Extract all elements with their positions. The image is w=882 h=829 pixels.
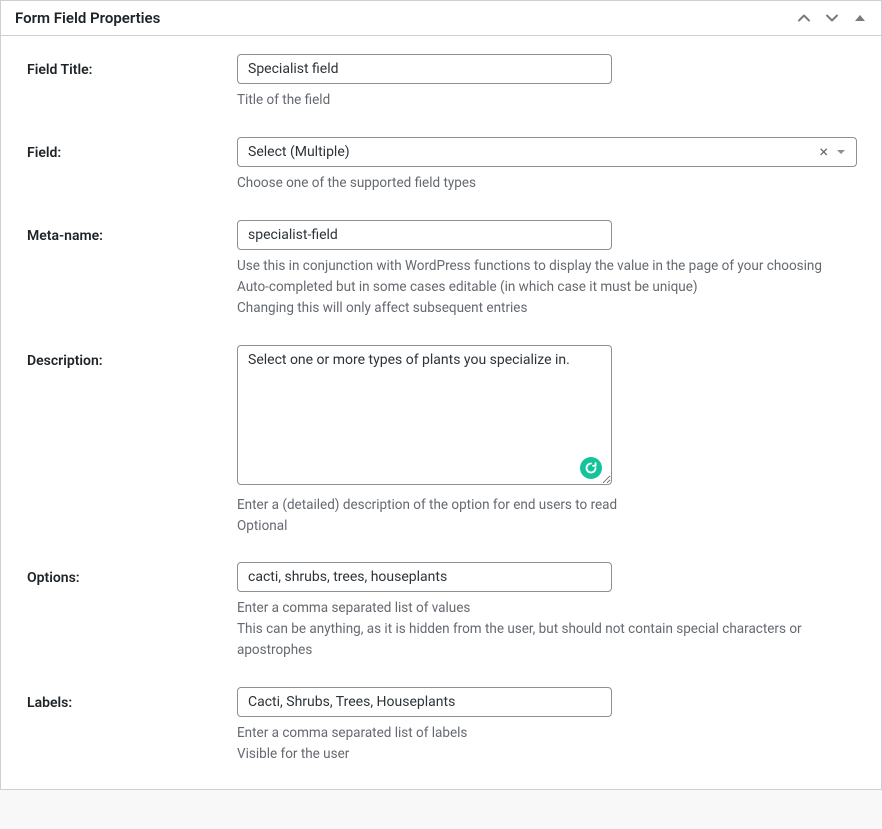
chevron-down-icon [825,11,839,25]
label-field-type: Field: [27,137,237,161]
label-labels: Labels: [27,687,237,711]
description-textarea-wrap [237,345,612,489]
control-labels: Enter a comma separated list of labels V… [237,687,855,765]
panel-actions [797,11,867,25]
panel-body: Field Title: Title of the field Field: S… [1,36,881,789]
row-description: Description: Enter a (detailed) descript… [1,345,881,537]
move-down-button[interactable] [825,11,839,25]
help-meta-name: Use this in conjunction with WordPress f… [237,256,855,319]
field-title-input[interactable] [237,54,612,84]
row-field-type: Field: Select (Multiple) × Choose one of… [1,137,881,194]
control-field-title: Title of the field [237,54,855,111]
field-type-clear-button[interactable]: × [813,144,834,160]
panel-title: Form Field Properties [15,9,797,27]
label-field-title: Field Title: [27,54,237,78]
help-labels: Enter a comma separated list of labels V… [237,723,855,765]
labels-input[interactable] [237,687,612,717]
label-meta-name: Meta-name: [27,220,237,244]
description-textarea[interactable] [237,345,612,485]
help-options: Enter a comma separated list of values T… [237,598,855,661]
label-options: Options: [27,562,237,586]
field-type-select[interactable]: Select (Multiple) × [237,137,857,167]
help-field-type: Choose one of the supported field types [237,173,855,194]
row-options: Options: Enter a comma separated list of… [1,562,881,661]
label-description: Description: [27,345,237,369]
triangle-up-icon [854,12,866,24]
panel-header: Form Field Properties [1,1,881,36]
control-options: Enter a comma separated list of values T… [237,562,855,661]
collapse-toggle-button[interactable] [853,11,867,25]
options-input[interactable] [237,562,612,592]
control-meta-name: Use this in conjunction with WordPress f… [237,220,855,319]
meta-name-input[interactable] [237,220,612,250]
row-meta-name: Meta-name: Use this in conjunction with … [1,220,881,319]
move-up-button[interactable] [797,11,811,25]
row-labels: Labels: Enter a comma separated list of … [1,687,881,765]
row-field-title: Field Title: Title of the field [1,54,881,111]
control-field-type: Select (Multiple) × Choose one of the su… [237,137,855,194]
caret-down-icon [836,147,846,157]
field-type-selected-value: Select (Multiple) [248,144,813,160]
field-type-dropdown-toggle[interactable] [834,147,848,157]
control-description: Enter a (detailed) description of the op… [237,345,855,537]
help-description: Enter a (detailed) description of the op… [237,495,855,537]
help-field-title: Title of the field [237,90,855,111]
chevron-up-icon [797,11,811,25]
form-field-properties-panel: Form Field Properties Field Title: Title… [0,0,882,790]
